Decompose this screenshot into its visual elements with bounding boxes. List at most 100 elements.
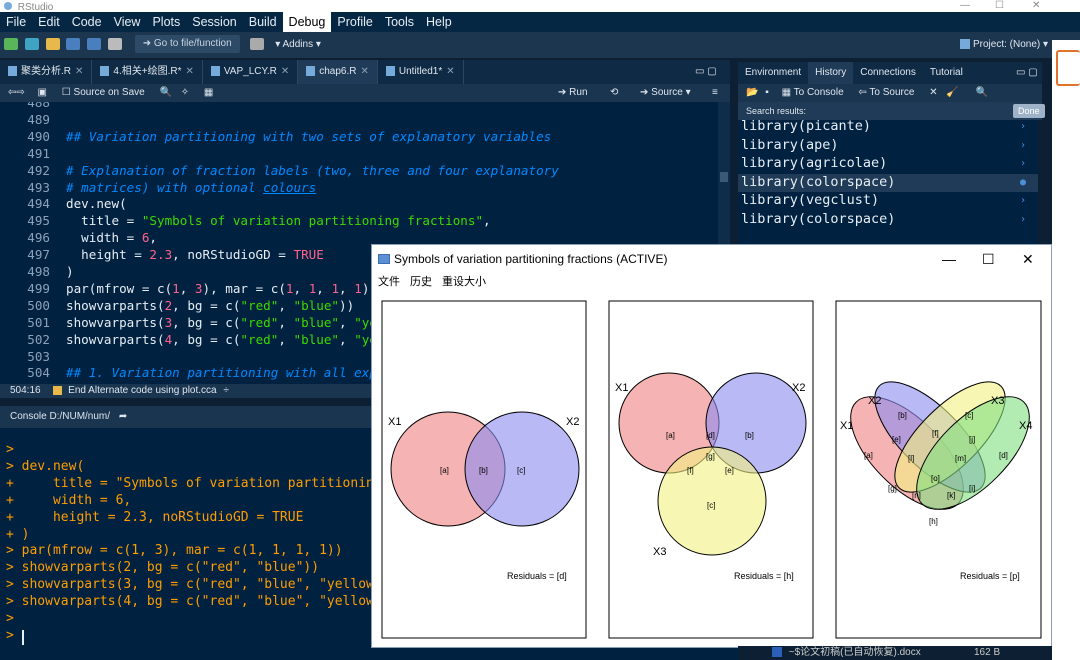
editor-tab-1[interactable]: 4.相关+绘图.R* ✕ xyxy=(92,60,203,84)
editor-tab-2[interactable]: VAP_LCY.R ✕ xyxy=(203,60,299,84)
code-line[interactable]: height = 2.3, noRStudioGD = TRUE xyxy=(66,247,324,262)
status-context[interactable]: End Alternate code using plot.cca xyxy=(68,385,216,396)
menu-build[interactable]: Build xyxy=(243,12,283,32)
console-line: > xyxy=(6,611,14,626)
save-all-icon[interactable] xyxy=(87,38,102,51)
maximize-icon[interactable]: ☐ xyxy=(995,0,1004,12)
menu-tools[interactable]: Tools xyxy=(379,12,420,32)
chevron-right-icon[interactable]: › xyxy=(1020,140,1026,151)
code-line[interactable]: par(mfrow = c(1, 3), mar = c(1, 1, 1, 1)… xyxy=(66,281,377,296)
minimize-icon[interactable]: — xyxy=(960,0,970,12)
to-source-button[interactable]: ⇦ To Source xyxy=(858,87,914,98)
chevron-right-icon[interactable]: › xyxy=(1020,214,1026,225)
editor-tab-4[interactable]: Untitled1* ✕ xyxy=(378,60,464,84)
wand-icon[interactable]: ✧ xyxy=(181,87,189,98)
chevron-right-icon[interactable]: ● xyxy=(1020,177,1026,188)
plot-menu-item[interactable]: 文件 xyxy=(378,276,400,288)
done-button[interactable]: Done xyxy=(1013,104,1045,118)
find-icon[interactable]: 🔍 xyxy=(159,87,171,98)
editor-tab-0[interactable]: 聚类分析.R ✕ xyxy=(0,60,93,84)
panel-two-sets: X1 X2 [a] [b] [c] Residuals = [d] xyxy=(381,300,587,639)
console-goto-icon[interactable]: ➦ xyxy=(119,411,127,422)
history-item[interactable]: library(picante) xyxy=(741,120,871,134)
code-line[interactable]: showvarparts(2, bg = c("red", "blue")) xyxy=(66,298,354,313)
plot-minimize-icon[interactable]: — xyxy=(942,245,956,273)
menu-code[interactable]: Code xyxy=(66,12,108,32)
save-icon[interactable] xyxy=(66,38,81,51)
bottom-file-name[interactable]: ~$论文初稿(已自动恢复).docx xyxy=(789,647,921,658)
source-on-save-checkbox[interactable]: ☐ Source on Save xyxy=(62,87,145,98)
line-number: 491 xyxy=(27,145,50,161)
tab-history[interactable]: History xyxy=(808,62,854,84)
plot-menu-item[interactable]: 历史 xyxy=(410,276,432,288)
pane-minmax-icon[interactable]: ▭ ▢ xyxy=(695,60,717,84)
rerun-icon[interactable]: ⟲ xyxy=(610,84,618,102)
addins-menu[interactable]: ▾ Addins ▾ xyxy=(275,39,321,50)
code-line[interactable]: ) xyxy=(66,264,74,279)
menu-session[interactable]: Session xyxy=(186,12,242,32)
editor-options-icon[interactable]: ≡ xyxy=(712,84,718,102)
close-tab-icon[interactable]: ✕ xyxy=(361,66,369,77)
menu-view[interactable]: View xyxy=(108,12,147,32)
plot-maximize-icon[interactable]: ☐ xyxy=(982,245,995,273)
history-search-icon[interactable]: 🔍 xyxy=(976,87,988,98)
fraction-h: [h] xyxy=(929,517,938,526)
menu-plots[interactable]: Plots xyxy=(146,12,186,32)
close-tab-icon[interactable]: ✕ xyxy=(75,66,83,77)
history-item[interactable]: library(agricolae) xyxy=(741,155,887,171)
menu-edit[interactable]: Edit xyxy=(32,12,66,32)
menu-file[interactable]: File xyxy=(0,12,32,32)
remove-entry-icon[interactable]: ✕ xyxy=(929,87,937,98)
new-file-icon[interactable] xyxy=(4,38,18,51)
close-tab-icon[interactable]: ✕ xyxy=(446,66,454,77)
compile-report-icon[interactable]: ▦ xyxy=(204,87,213,98)
back-forward-icon[interactable]: ⇦⇨ xyxy=(8,87,25,98)
goto-file-input[interactable]: ➜ Go to file/function xyxy=(134,35,240,54)
code-line[interactable]: # matrices) with optional colours xyxy=(66,180,316,195)
history-item[interactable]: library(ape) xyxy=(741,137,839,153)
fraction-a: [a] xyxy=(864,451,873,460)
fraction-c: [c] xyxy=(707,501,715,510)
to-source-label: To Source xyxy=(869,87,915,98)
tab-tutorial[interactable]: Tutorial xyxy=(923,62,970,84)
tab-connections[interactable]: Connections xyxy=(853,62,923,84)
history-item[interactable]: library(vegclust) xyxy=(741,192,879,208)
history-item[interactable]: library(colorspace) xyxy=(741,211,895,227)
clear-history-icon[interactable]: 🧹 xyxy=(946,87,958,98)
run-button[interactable]: ➔ Run xyxy=(558,84,588,102)
source-button[interactable]: ➔ Source ▾ xyxy=(640,84,691,102)
plot-close-icon[interactable]: ✕ xyxy=(1022,245,1034,273)
print-icon[interactable] xyxy=(107,38,122,51)
close-icon[interactable]: ✕ xyxy=(1032,0,1040,12)
right-pane-minmax-icon[interactable]: ▭ ▢ xyxy=(1016,62,1038,84)
editor-tab-3[interactable]: chap6.R ✕ xyxy=(298,60,378,84)
history-item[interactable]: library(colorspace) xyxy=(741,174,895,190)
menu-help[interactable]: Help xyxy=(420,12,458,32)
close-tab-icon[interactable]: ✕ xyxy=(281,66,289,77)
code-line[interactable]: # Explanation of fraction labels (two, t… xyxy=(66,163,559,178)
project-menu[interactable]: Project: (None) ▾ xyxy=(960,32,1048,58)
show-in-window-icon[interactable]: ▣ xyxy=(38,87,47,98)
chevron-right-icon[interactable]: › xyxy=(1020,195,1026,206)
code-line[interactable]: title = "Symbols of variation partitioni… xyxy=(66,213,490,228)
load-history-icon[interactable]: 📂 xyxy=(746,87,758,98)
code-line[interactable]: dev.new( xyxy=(66,196,127,211)
menu-debug[interactable]: Debug xyxy=(282,12,332,32)
chevron-right-icon[interactable]: › xyxy=(1020,158,1026,169)
menu-profile[interactable]: Profile xyxy=(331,12,378,32)
open-file-icon[interactable] xyxy=(45,38,60,51)
plot-menu-item[interactable]: 重设大小 xyxy=(442,276,486,288)
close-tab-icon[interactable]: ✕ xyxy=(185,66,193,77)
save-history-icon[interactable]: ▪ xyxy=(765,87,769,98)
to-console-button[interactable]: ▦ To Console xyxy=(782,87,844,98)
pane-layout-icon[interactable] xyxy=(250,38,265,51)
code-line[interactable]: ## Variation partitioning with two sets … xyxy=(66,129,551,144)
code-line[interactable]: width = 6, xyxy=(66,230,157,245)
tab-environment[interactable]: Environment xyxy=(738,62,808,84)
console-title[interactable]: Console D:/NUM/num/ xyxy=(10,411,110,422)
new-project-icon[interactable] xyxy=(24,38,39,51)
editor-scroll-thumb[interactable] xyxy=(720,172,728,182)
label-x1: X1 xyxy=(840,420,853,432)
fraction-f: [f] xyxy=(687,466,694,475)
chevron-right-icon[interactable]: › xyxy=(1020,121,1026,132)
